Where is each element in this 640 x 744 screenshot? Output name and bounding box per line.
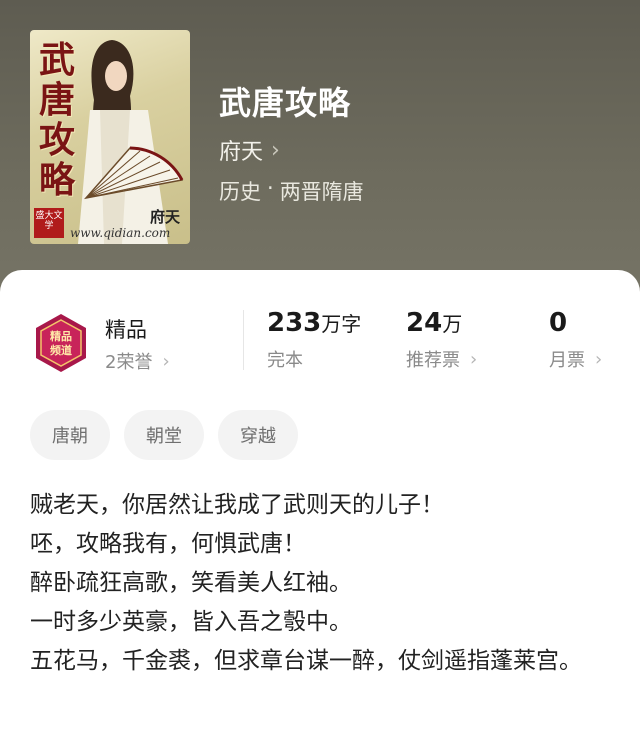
genre-separator: · [267,176,274,200]
tag-list: 唐朝 朝堂 穿越 [30,410,298,460]
word-count-stat: 233万字 完本 [267,308,361,372]
genre-row: 历史 · 两晋隋唐 [219,176,364,206]
honor-link[interactable]: 2荣誉 › [105,348,170,374]
book-cover[interactable]: 武唐攻略 盛大文学 府天 www.qidian.com [30,30,190,244]
monthly-ticket-stat[interactable]: 0 月票 › [549,308,602,372]
honor-count: 2荣誉 [105,352,153,373]
recommend-count-number: 24 [406,308,443,338]
chevron-right-icon: › [595,348,603,370]
synopsis-line: 醉卧疏狂高歌，笑看美人红袖。 [30,570,352,596]
author-link[interactable]: 府天 › [219,134,280,166]
cover-publisher-badge: 盛大文学 [34,208,64,238]
recommend-count-unit: 万 [442,312,463,336]
book-title: 武唐攻略 [219,84,352,122]
chevron-right-icon: › [470,348,478,370]
monthly-ticket-label: 月票 [549,350,585,371]
stats-row: 精品 频道 精品 2荣誉 › 233万字 完本 24万 推荐票 › 0 月票 › [0,302,640,382]
recommend-ticket-label: 推荐票 [406,350,460,371]
chevron-right-icon: › [271,137,280,163]
synopsis-line: 呸，攻略我有，何惧武唐！ [30,531,306,557]
synopsis-line: 一时多少英豪，皆入吾之彀中。 [30,609,352,635]
monthly-ticket-number: 0 [549,308,568,338]
book-header: 武唐攻略 盛大文学 府天 www.qidian.com 武唐攻略 府天 › 历史… [0,0,640,300]
chevron-right-icon: › [162,350,170,372]
author-name: 府天 [219,140,264,165]
cover-author-signature: 府天 [149,208,180,226]
synopsis-line: 贼老天，你居然让我成了武则天的儿子！ [30,492,444,518]
book-synopsis[interactable]: 贼老天，你居然让我成了武则天的儿子！ 呸，攻略我有，何惧武唐！ 醉卧疏狂高歌，笑… [30,486,615,681]
subgenre-label[interactable]: 两晋隋唐 [280,176,364,206]
quality-emblem-icon[interactable]: 精品 频道 [30,312,92,374]
tag-court[interactable]: 朝堂 [124,410,204,460]
word-count-number: 233 [267,308,322,338]
recommend-ticket-stat[interactable]: 24万 推荐票 › [406,308,477,372]
cover-site-url: www.qidian.com [70,226,171,240]
word-count-unit: 万字 [321,312,362,336]
tag-time-travel[interactable]: 穿越 [218,410,298,460]
quality-name: 精品 [105,318,147,342]
synopsis-line: 五花马，千金裘，但求章台谋一醉，仗剑遥指蓬莱宫。 [30,648,582,674]
book-info-card: 精品 频道 精品 2荣誉 › 233万字 完本 24万 推荐票 › 0 月票 › 唐… [0,270,640,744]
completion-status: 完本 [267,350,303,371]
tag-tang-dynasty[interactable]: 唐朝 [30,410,110,460]
cover-title: 武唐攻略 [38,39,75,201]
genre-label[interactable]: 历史 [219,176,261,206]
svg-text:频道: 频道 [50,343,72,357]
divider [243,310,244,370]
svg-text:精品: 精品 [50,329,72,343]
